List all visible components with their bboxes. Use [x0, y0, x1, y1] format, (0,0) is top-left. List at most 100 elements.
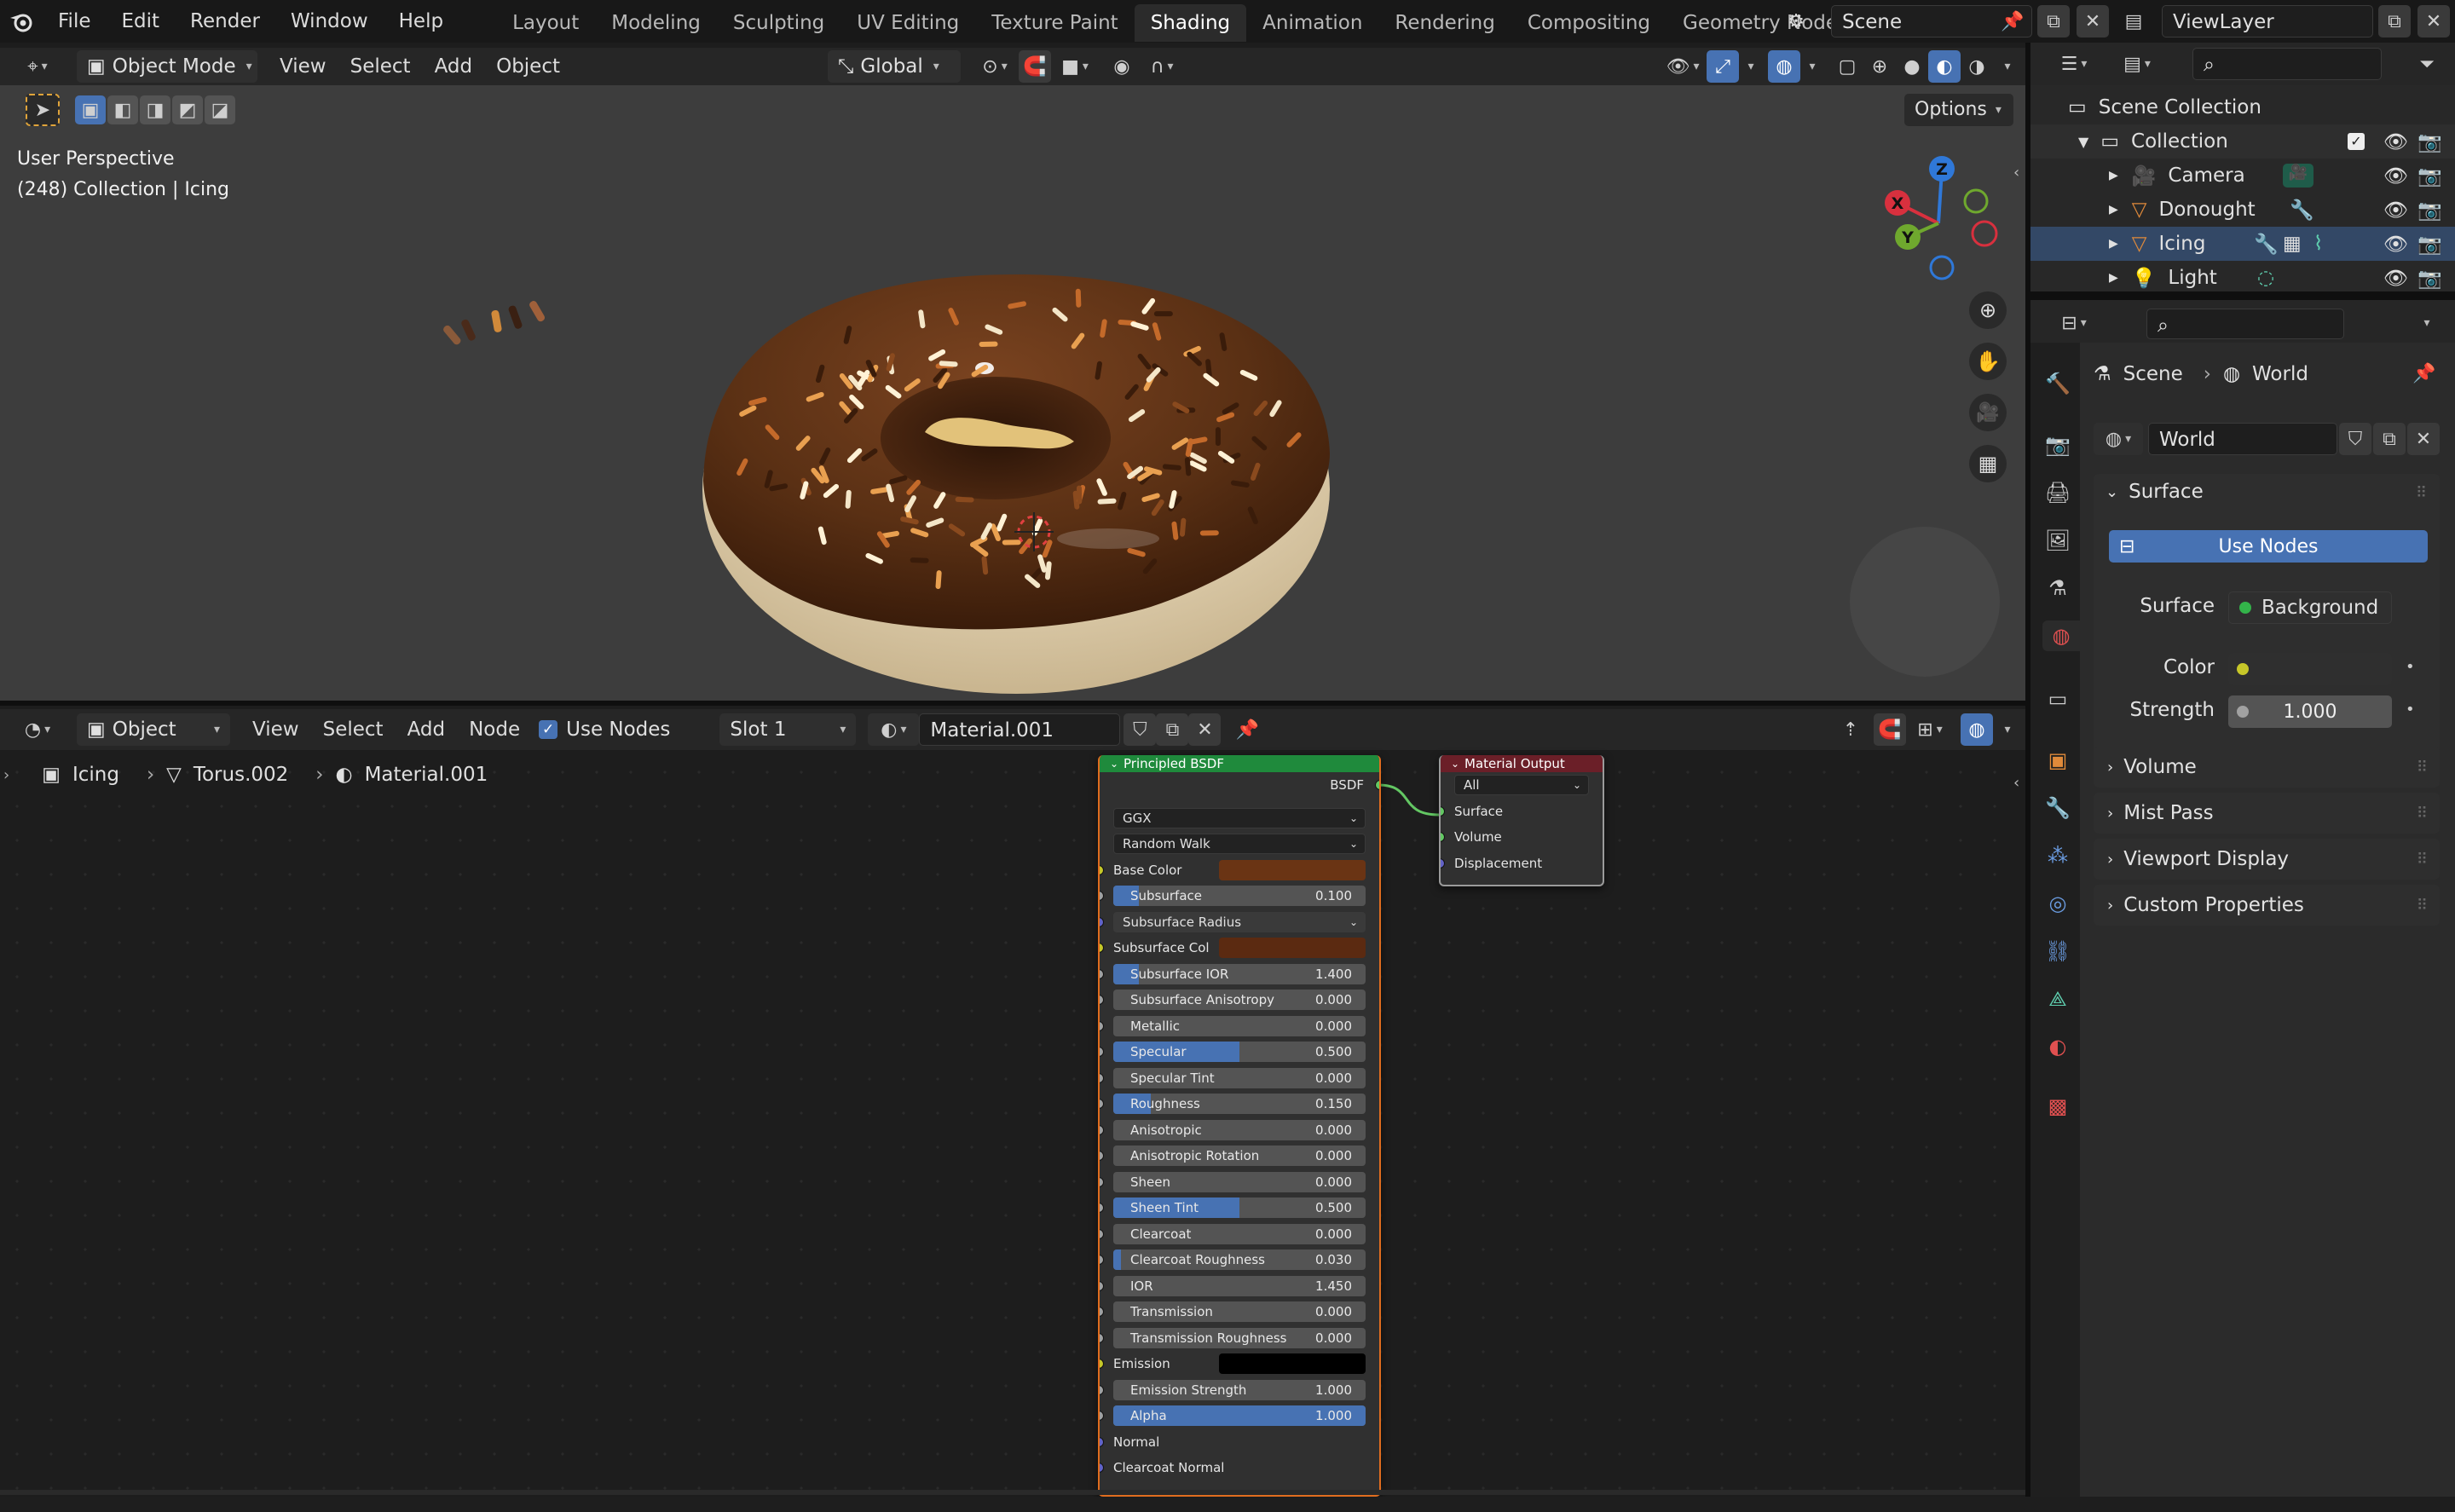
pin-icon[interactable]: 📌 — [1996, 5, 2029, 38]
keyframe-dot-icon[interactable]: • — [2406, 658, 2415, 676]
value-slider[interactable]: Alpha 1.000 — [1113, 1405, 1366, 1427]
world-tab-icon[interactable]: ◍ — [2042, 620, 2080, 651]
texture-tab-icon[interactable]: ▩ — [2042, 1091, 2073, 1122]
delete-viewlayer-icon[interactable]: ✕ — [2417, 5, 2450, 38]
tab-texture-paint[interactable]: Texture Paint — [975, 4, 1134, 42]
falloff-icon[interactable]: ∩ ▾ — [1138, 50, 1186, 83]
expand-right-icon[interactable]: ▶ — [2109, 169, 2118, 182]
eye-icon[interactable]: 👁 — [2383, 130, 2408, 153]
snap-target-icon[interactable]: ■ ▾ — [1051, 50, 1099, 83]
filter-icon[interactable]: ⏷ — [2411, 48, 2443, 80]
visibility-icon[interactable]: 👁 ▾ — [1659, 50, 1707, 83]
unlink-material-icon[interactable]: ✕ — [1188, 713, 1222, 746]
properties-search-input[interactable]: ⌕ — [2146, 309, 2344, 339]
tab-modeling[interactable]: Modeling — [595, 4, 717, 42]
input-socket[interactable] — [1100, 891, 1104, 902]
unlink-world-icon[interactable]: ✕ — [2407, 423, 2440, 455]
proportional-edit-icon[interactable]: ◉ — [1106, 50, 1138, 83]
volume-panel[interactable]: › Volume ⠿ — [2094, 747, 2440, 788]
value-slider[interactable]: Specular 0.500 — [1113, 1042, 1366, 1063]
select-intersect-icon[interactable]: ◪ — [205, 95, 235, 124]
outliner-item-light[interactable]: ▶ 💡 Light ◌ 👁 📷 — [2030, 261, 2455, 295]
particles-tab-icon[interactable]: ⁂ — [2042, 840, 2073, 871]
input-socket[interactable] — [1100, 1203, 1104, 1214]
use-nodes-button[interactable]: ⊟ Use Nodes — [2109, 530, 2428, 563]
base-color-socket[interactable] — [1100, 864, 1104, 875]
outliner-item-donought[interactable]: ▶ ▽ Donought 🔧 👁 📷 — [2030, 193, 2455, 227]
data-tab-icon[interactable]: ⟁ — [2042, 984, 2073, 1014]
input-socket[interactable] — [1100, 1332, 1104, 1343]
menu-view[interactable]: View — [268, 55, 338, 78]
parent-node-tree-icon[interactable]: ⇡ — [1834, 713, 1867, 746]
expand-down-icon[interactable]: ▼ — [2078, 134, 2088, 150]
custom-properties-panel[interactable]: › Custom Properties ⠿ — [2094, 885, 2440, 926]
value-slider[interactable]: Sheen 0.000 — [1113, 1171, 1366, 1192]
camera-render-icon[interactable]: 📷 — [2417, 233, 2442, 256]
expand-right-icon[interactable]: ▶ — [2109, 203, 2118, 216]
input-socket[interactable] — [1100, 1384, 1104, 1395]
input-socket[interactable] — [1100, 1099, 1104, 1110]
collection-row[interactable]: ▼ ▭ Collection ✓ 👁 📷 — [2030, 124, 2455, 159]
menu-help[interactable]: Help — [384, 0, 459, 43]
duplicate-material-icon[interactable]: ⧉ — [1156, 713, 1189, 746]
normal-socket[interactable] — [1100, 1436, 1104, 1447]
tool-tab-icon[interactable]: 🔨 — [2042, 368, 2073, 399]
menu-edit[interactable]: Edit — [107, 0, 176, 43]
emission-socket[interactable] — [1100, 1359, 1104, 1370]
constraints-tab-icon[interactable]: ⛓ — [2042, 936, 2073, 967]
shader-node-editor[interactable]: › ▣ Icing › ▽ Torus.002 › ◐ Material.001… — [0, 755, 2025, 1497]
scene-collection-row[interactable]: ▭ Scene Collection — [2030, 90, 2455, 124]
material-browse-icon[interactable]: ◐ ▾ — [868, 713, 920, 746]
drag-handle-icon[interactable]: ⠿ — [2416, 484, 2427, 502]
subsurface-col-swatch[interactable] — [1219, 938, 1366, 959]
eye-icon[interactable]: 👁 — [2383, 164, 2408, 188]
camera-render-icon[interactable]: 📷 — [2417, 199, 2442, 222]
solid-shading-icon[interactable]: ● — [1896, 50, 1928, 83]
collapse-chevron-icon[interactable]: ⌄ — [1451, 755, 1459, 772]
tab-compositing[interactable]: Compositing — [1511, 4, 1667, 42]
use-nodes-toggle[interactable]: ✓ Use Nodes — [539, 718, 670, 741]
expand-right-icon[interactable]: ▶ — [2109, 237, 2118, 251]
target-dropdown[interactable]: All ⌄ — [1454, 775, 1589, 796]
menu-render[interactable]: Render — [175, 0, 275, 43]
menu-object[interactable]: Object — [484, 55, 572, 78]
light-data-icon[interactable]: ◌ — [2257, 267, 2274, 289]
properties-options-icon[interactable]: ▾ — [2409, 307, 2441, 339]
object-tab-icon[interactable]: ▣ — [2042, 745, 2073, 776]
physics-tab-icon[interactable]: ◎ — [2042, 888, 2073, 919]
menu-select[interactable]: Select — [338, 55, 423, 78]
new-scene-icon[interactable]: ⧉ — [2037, 5, 2070, 38]
input-socket[interactable] — [1100, 1228, 1104, 1239]
slot-dropdown[interactable]: Slot 1 ▾ — [719, 713, 857, 746]
3d-viewport[interactable]: User Perspective (248) Collection | Icin… — [0, 130, 2025, 701]
input-socket[interactable] — [1100, 1124, 1104, 1135]
eye-icon[interactable]: 👁 — [2383, 199, 2408, 222]
menu-file[interactable]: File — [43, 0, 107, 43]
menu-add[interactable]: Add — [423, 55, 485, 78]
input-socket[interactable] — [1100, 1411, 1104, 1422]
select-new-icon[interactable]: ▣ — [75, 95, 106, 124]
shading-options-icon[interactable]: ▾ — [1993, 50, 2019, 83]
value-slider[interactable]: Subsurface Anisotropy 0.000 — [1113, 990, 1366, 1011]
color-field[interactable] — [2228, 653, 2392, 685]
outliner-type-icon[interactable]: ☰ ▾ — [2049, 48, 2099, 80]
scene-browse-icon[interactable]: ⚙ — [1780, 5, 1812, 38]
base-color-swatch[interactable] — [1219, 859, 1366, 880]
material-shading-icon[interactable]: ◐ — [1928, 50, 1961, 83]
pin-icon[interactable]: 📌 — [1231, 713, 1263, 746]
tab-animation[interactable]: Animation — [1246, 4, 1378, 42]
value-slider[interactable]: Subsurface IOR 1.400 — [1113, 963, 1366, 984]
tab-sculpting[interactable]: Sculpting — [717, 4, 840, 42]
scene-tab-icon[interactable]: ⚗ — [2042, 573, 2073, 603]
modifiers-tab-icon[interactable]: 🔧 — [2042, 793, 2073, 823]
exclude-checkbox-icon[interactable]: ✓ — [2348, 133, 2365, 150]
subsurface-radius-dropdown[interactable]: Subsurface Radius ⌄ — [1113, 911, 1366, 932]
displacement-input-socket[interactable] — [1441, 857, 1445, 869]
input-socket[interactable] — [1100, 995, 1104, 1006]
value-slider[interactable]: Subsurface 0.100 — [1113, 886, 1366, 907]
tab-rendering[interactable]: Rendering — [1378, 4, 1511, 42]
node-menu-select[interactable]: Select — [311, 718, 396, 741]
value-slider[interactable]: Emission Strength 1.000 — [1113, 1379, 1366, 1400]
overlays-icon[interactable]: ◍ — [1768, 50, 1800, 83]
viewport-display-panel[interactable]: › Viewport Display ⠿ — [2094, 839, 2440, 880]
